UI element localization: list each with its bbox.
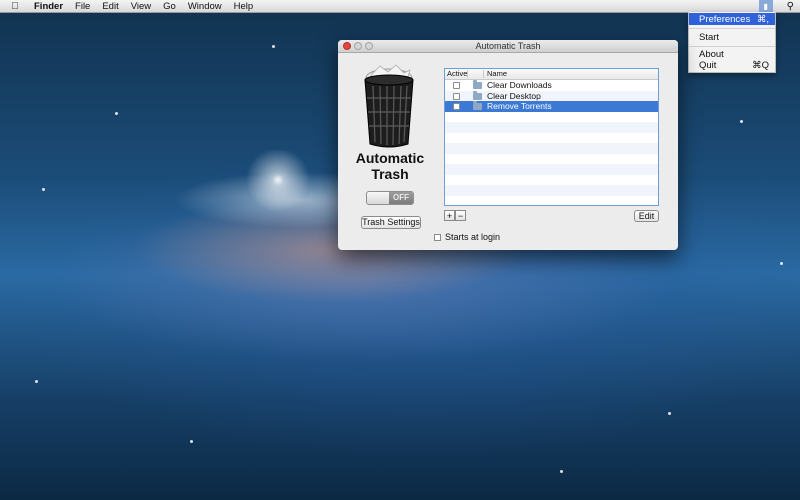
menu-item-shortcut: ⌘Q xyxy=(752,59,769,71)
menu-go[interactable]: Go xyxy=(163,1,176,12)
active-checkbox[interactable] xyxy=(453,103,460,110)
apple-icon[interactable]:  xyxy=(8,1,22,12)
star xyxy=(780,262,783,265)
table-row-empty xyxy=(445,185,658,196)
star xyxy=(115,112,118,115)
row-name: Clear Desktop xyxy=(487,90,541,101)
menu-item-label: Quit xyxy=(699,59,717,71)
trash-tray-icon[interactable]: ▮ xyxy=(758,0,773,12)
menu-app-name[interactable]: Finder xyxy=(34,1,63,12)
add-remove-controls: + − xyxy=(444,210,466,221)
table-row[interactable]: Remove Torrents xyxy=(445,101,658,112)
zoom-button[interactable] xyxy=(365,42,373,50)
spotlight-icon[interactable]: ⚲ xyxy=(787,1,794,12)
on-off-switch[interactable]: OFF xyxy=(366,191,414,205)
starts-at-login-checkbox[interactable] xyxy=(434,233,441,241)
table-row[interactable]: Clear Downloads xyxy=(445,80,658,91)
window-titlebar[interactable]: Automatic Trash xyxy=(338,40,678,53)
menu-item-label: Preferences xyxy=(699,13,751,25)
star xyxy=(35,380,38,383)
minimize-button[interactable] xyxy=(354,42,362,50)
menu-item-shortcut: ⌘, xyxy=(756,13,769,25)
menu-edit[interactable]: Edit xyxy=(102,1,118,12)
add-rule-button[interactable]: + xyxy=(444,210,455,221)
column-header-active[interactable]: Active xyxy=(447,69,467,79)
app-title-line1: Automatic xyxy=(355,150,425,166)
edit-button[interactable]: Edit xyxy=(634,210,659,222)
star xyxy=(560,470,563,473)
table-row-empty xyxy=(445,122,658,133)
active-checkbox[interactable] xyxy=(453,92,460,100)
menu-help[interactable]: Help xyxy=(234,1,254,12)
starts-at-login-label: Starts at login xyxy=(445,232,501,242)
trash-settings-button[interactable]: Trash Settings xyxy=(361,216,421,229)
table-row-empty xyxy=(445,164,658,175)
table-row-empty xyxy=(445,143,658,154)
menu-separator xyxy=(689,28,775,29)
switch-label: OFF xyxy=(389,192,413,204)
menu-item-preferences[interactable]: Preferences ⌘, xyxy=(689,13,775,25)
menu-item-start[interactable]: Start xyxy=(689,31,775,43)
column-divider xyxy=(483,70,484,78)
status-menu: Preferences ⌘, Start About Quit ⌘Q xyxy=(688,12,776,73)
trash-can-icon xyxy=(358,64,420,148)
column-header-name[interactable]: Name xyxy=(487,69,507,79)
menu-window[interactable]: Window xyxy=(188,1,222,12)
close-button[interactable] xyxy=(343,42,351,50)
menu-file[interactable]: File xyxy=(75,1,90,12)
menu-bar:  Finder File Edit View Go Window Help ▮… xyxy=(0,0,800,13)
menu-separator xyxy=(689,46,775,47)
star xyxy=(272,45,275,48)
automatic-trash-window: Automatic Trash Automatic Trash OFF Tras… xyxy=(338,40,678,250)
window-title: Automatic Trash xyxy=(475,41,541,51)
menu-extras: ▮ ⚲ xyxy=(758,0,794,12)
app-title-line2: Trash xyxy=(371,166,409,182)
active-checkbox[interactable] xyxy=(453,82,460,89)
star xyxy=(740,120,743,123)
star xyxy=(190,440,193,443)
folder-icon xyxy=(473,101,482,110)
table-row[interactable]: Clear Desktop xyxy=(445,90,658,101)
starts-at-login-option[interactable]: Starts at login xyxy=(434,232,500,242)
column-divider xyxy=(467,70,468,78)
menu-item-label: Start xyxy=(699,31,720,43)
rules-table[interactable]: Active Name Clear Downloads Clear Deskto… xyxy=(444,68,659,206)
folder-icon xyxy=(473,80,482,89)
menu-item-label: About xyxy=(699,48,724,60)
table-header: Active Name xyxy=(445,69,658,80)
star xyxy=(668,412,671,415)
remove-rule-button[interactable]: − xyxy=(455,210,466,221)
folder-icon xyxy=(473,90,482,100)
row-name: Clear Downloads xyxy=(487,80,552,90)
star xyxy=(42,188,45,191)
row-name: Remove Torrents xyxy=(487,101,552,111)
menu-item-quit[interactable]: Quit ⌘Q xyxy=(689,59,775,71)
app-title: Automatic Trash xyxy=(346,150,434,182)
menu-view[interactable]: View xyxy=(131,1,151,12)
